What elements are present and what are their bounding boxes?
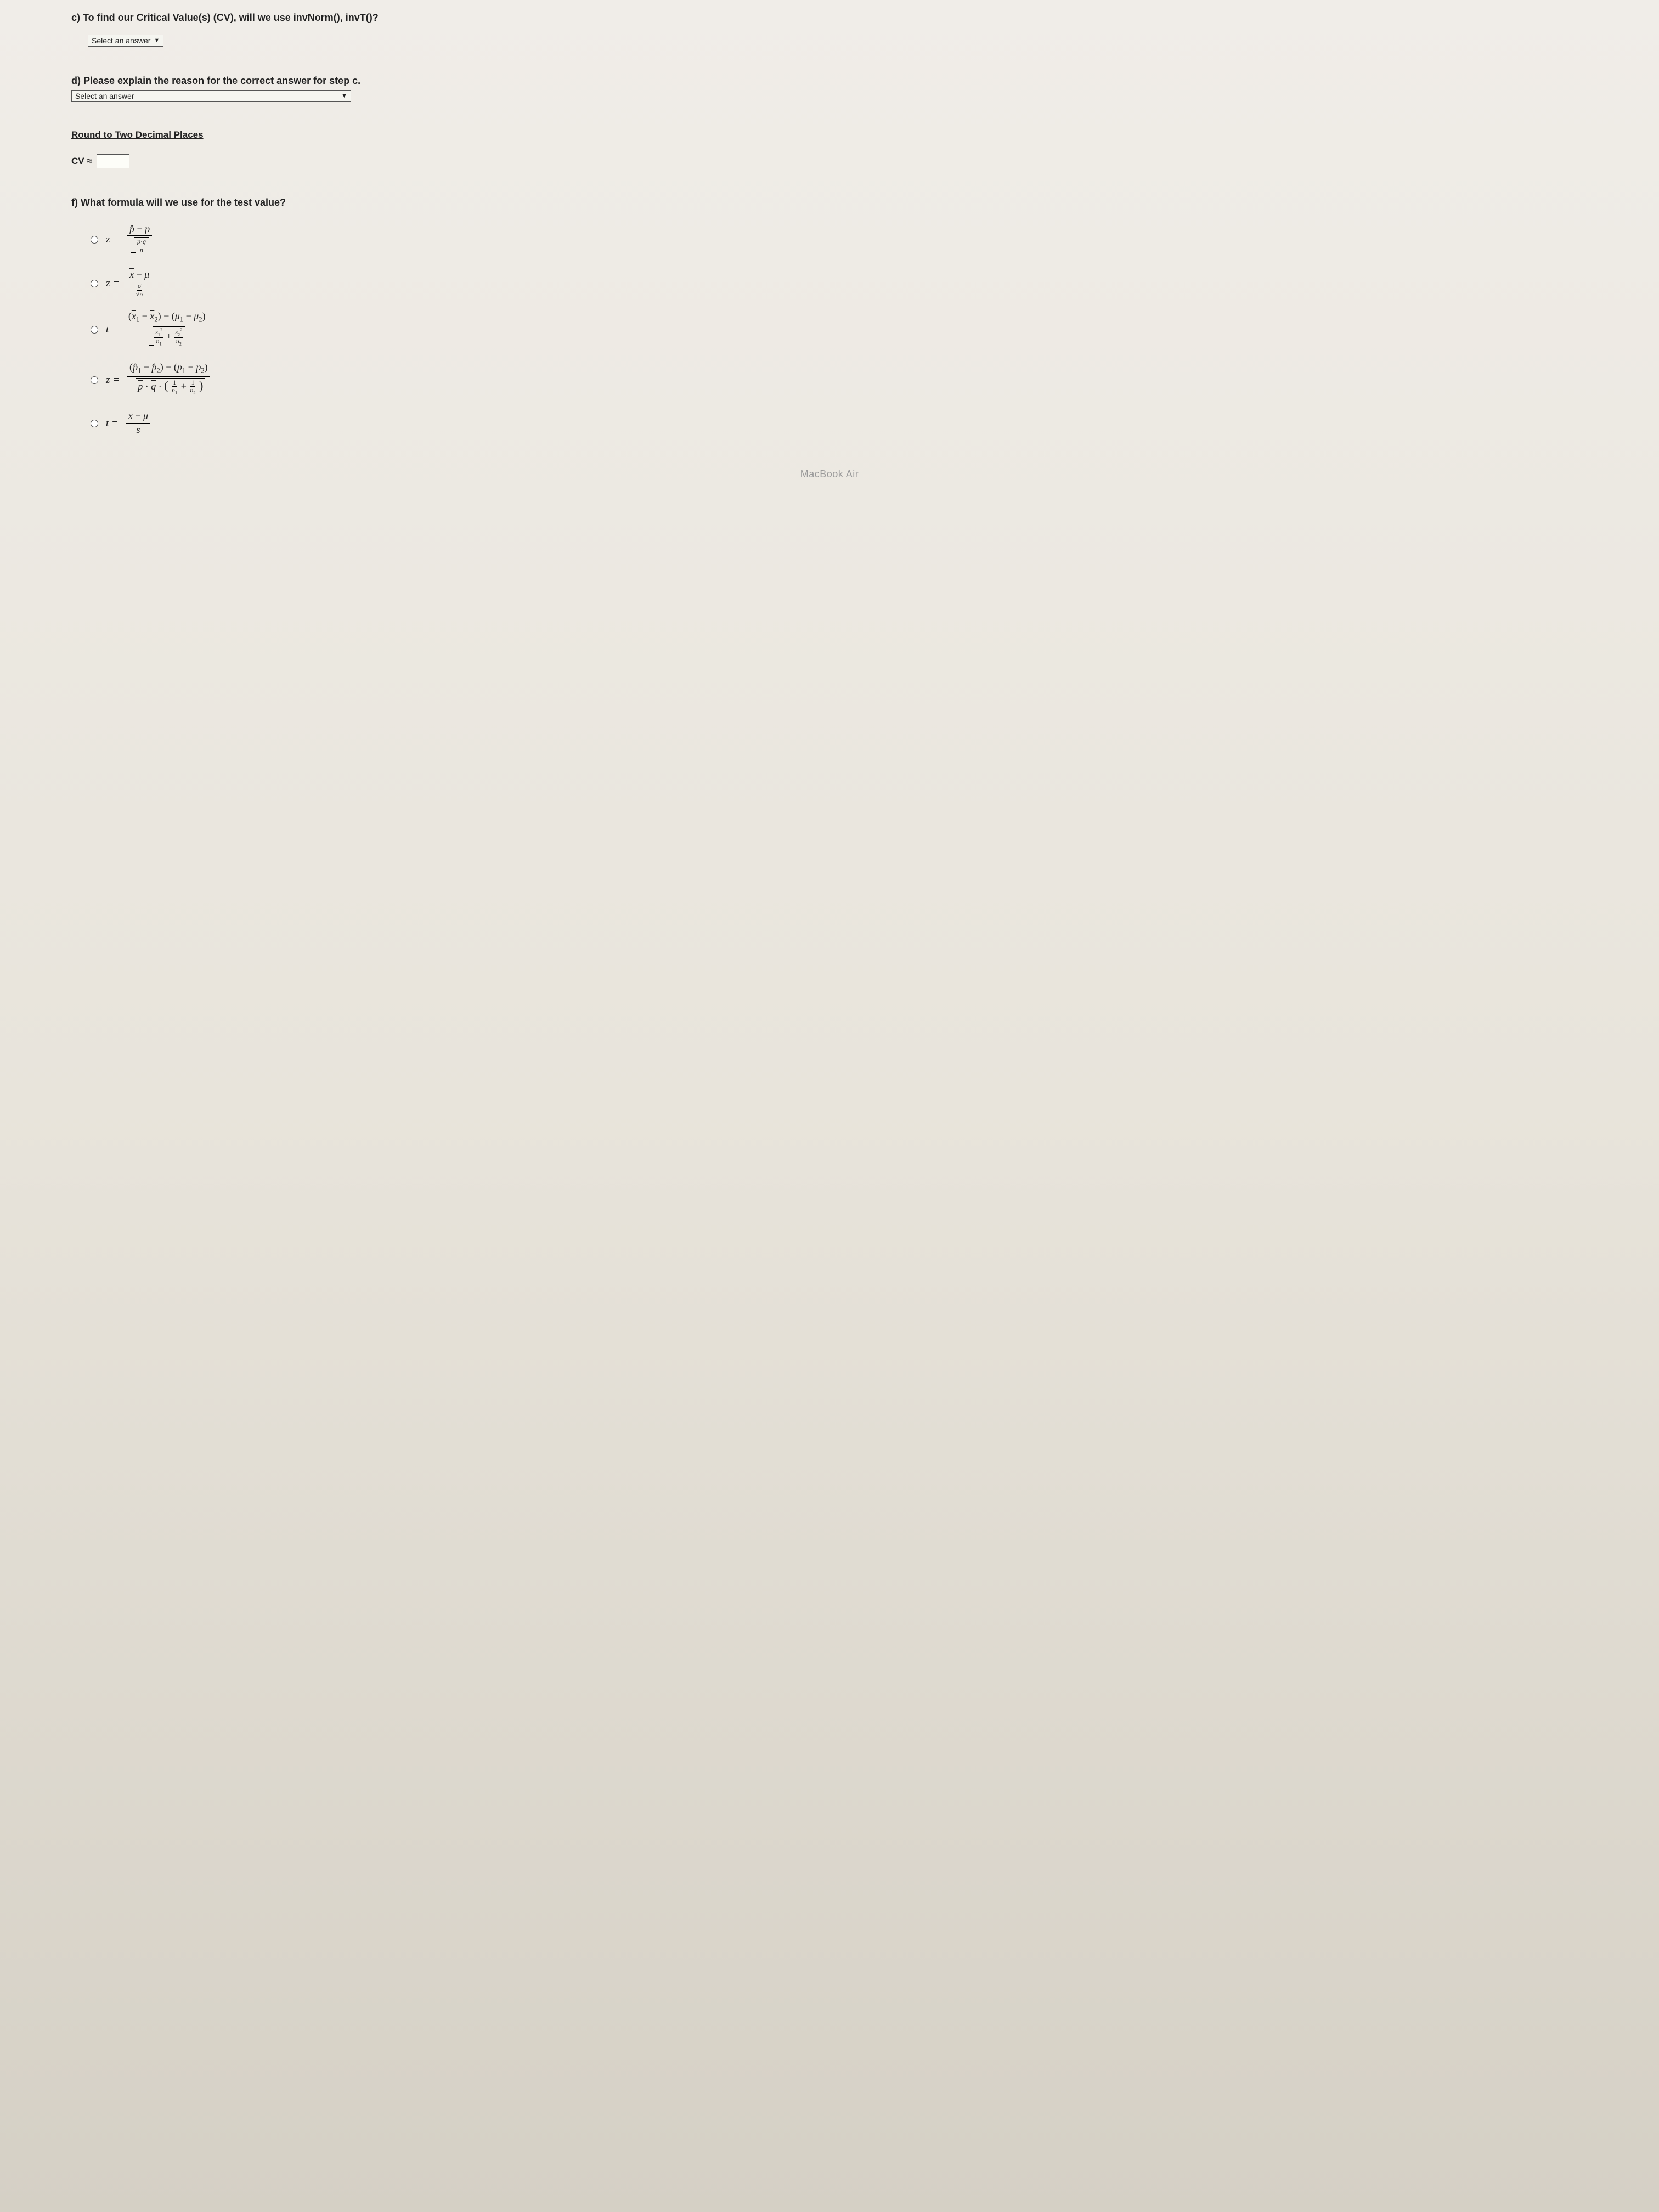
- formula-lhs: z =: [106, 278, 120, 290]
- formula-option[interactable]: t = (x1 − x2) − (μ1 − μ2) s12 n1 +: [91, 311, 1593, 349]
- formula-lhs: t =: [106, 417, 119, 430]
- question-d-dropdown[interactable]: Select an answer ▼: [71, 90, 351, 102]
- formula-option[interactable]: z = p̂ − p p·q n: [91, 224, 1593, 256]
- formula-option[interactable]: t = x − μ s: [91, 411, 1593, 436]
- formula-lhs: z =: [106, 374, 120, 386]
- formula-rhs: x − μ σ √n: [127, 269, 151, 298]
- cv-input[interactable]: [97, 154, 129, 168]
- radio-button[interactable]: [91, 236, 98, 244]
- cv-label: CV ≈: [71, 156, 92, 167]
- question-d-text: d) Please explain the reason for the cor…: [71, 74, 1593, 88]
- question-c-dropdown[interactable]: Select an answer ▼: [88, 35, 163, 47]
- formula-rhs: (p̂1 − p̂2) − (p1 − p2) p · q · ( 1 n1 +: [127, 362, 210, 398]
- chevron-down-icon: ▼: [341, 93, 347, 99]
- formula-option[interactable]: z = (p̂1 − p̂2) − (p1 − p2) p · q · ( 1 …: [91, 362, 1593, 398]
- radio-button[interactable]: [91, 376, 98, 384]
- formula-lhs: z =: [106, 234, 120, 246]
- question-f-text: f) What formula will we use for the test…: [71, 196, 1593, 210]
- radio-button[interactable]: [91, 326, 98, 334]
- formula-rhs: x − μ s: [126, 411, 150, 436]
- radio-button[interactable]: [91, 420, 98, 427]
- dropdown-placeholder: Select an answer: [75, 92, 134, 100]
- question-c-text: c) To find our Critical Value(s) (CV), w…: [71, 11, 1593, 25]
- laptop-label: MacBook Air: [0, 469, 1659, 480]
- formula-option[interactable]: z = x − μ σ √n: [91, 269, 1593, 298]
- formula-lhs: t =: [106, 324, 119, 336]
- round-heading: Round to Two Decimal Places: [71, 129, 1593, 140]
- formula-rhs: (x1 − x2) − (μ1 − μ2) s12 n1 + s22: [126, 311, 208, 349]
- chevron-down-icon: ▼: [154, 37, 160, 44]
- formula-rhs: p̂ − p p·q n: [127, 224, 152, 256]
- dropdown-placeholder: Select an answer: [92, 36, 150, 45]
- radio-button[interactable]: [91, 280, 98, 287]
